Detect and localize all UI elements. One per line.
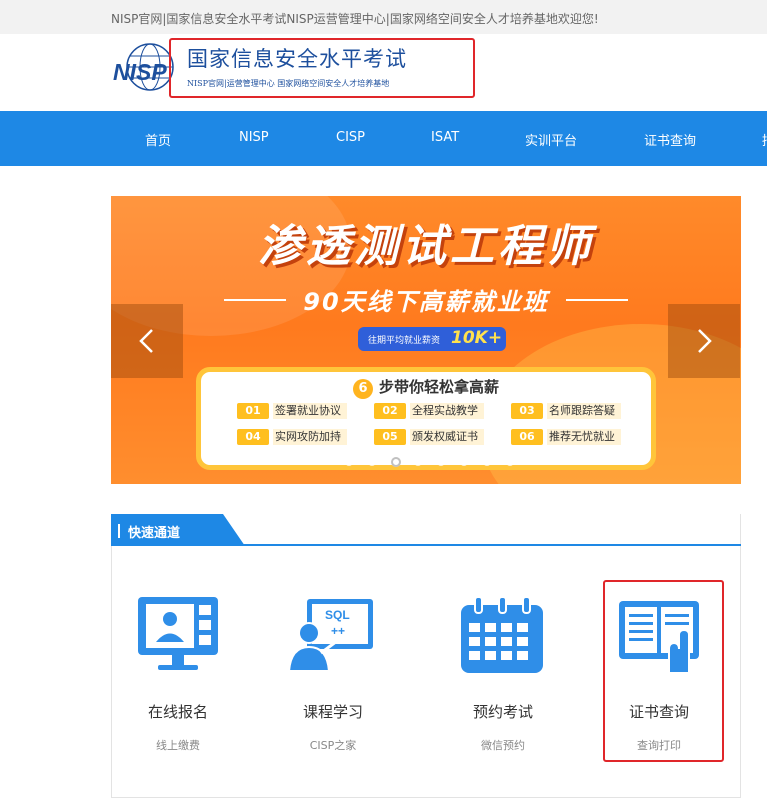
banner-prev-button[interactable] (111, 304, 183, 378)
quick-item-label: 在线报名 (147, 703, 208, 721)
feature-label: 实网攻防加持 (273, 429, 347, 445)
feature-item: 01 签署就业协议 (237, 403, 347, 419)
nav-item-isat[interactable]: ISAT (431, 130, 459, 145)
banner-next-button[interactable] (668, 304, 740, 378)
banner-title: 渗透测试工程师 (258, 221, 594, 272)
feature-item: 04 实网攻防加持 (237, 429, 347, 445)
feature-number: 06 (511, 429, 543, 445)
tab-accent-bar (118, 524, 120, 538)
feature-item: 06 推荐无忧就业 (511, 429, 621, 445)
slide-dot[interactable] (506, 458, 514, 466)
feature-number: 01 (237, 403, 269, 419)
slide-dot[interactable] (391, 457, 401, 467)
benefits-card: 6 步带你轻松拿高薪 01 签署就业协议 02 全程实战教学 03 名师跟踪答疑 04 实… (196, 367, 656, 470)
feature-label: 名师跟踪答疑 (547, 403, 621, 419)
feature-number: 03 (511, 403, 543, 419)
slide-dot[interactable] (483, 458, 491, 466)
feature-label: 颁发权威证书 (410, 429, 484, 445)
quick-access-tab: 快速通道 (111, 514, 245, 546)
slide-dot[interactable] (414, 458, 422, 466)
site-subtitle: NISP官网|运营管理中心 国家网络空间安全人才培养基地 (187, 79, 390, 88)
benefits-title-text: 步带你轻松拿高薪 (378, 378, 499, 396)
calendar-icon (457, 595, 549, 675)
benefits-title: 6 步带你轻松拿高薪 (201, 376, 651, 399)
feature-item: 03 名师跟踪答疑 (511, 403, 621, 419)
salary-value: 10K+ (451, 328, 503, 348)
quick-access-underline (111, 544, 741, 546)
slide-dot[interactable] (437, 458, 445, 466)
site-title: 国家信息安全水平考试 (187, 47, 407, 71)
quick-item-sub: 微信预约 (481, 739, 525, 752)
feature-number: 02 (374, 403, 406, 419)
course-study-icon: SQL ++ (287, 595, 379, 675)
nav-item-truncated[interactable]: 招 (762, 130, 767, 149)
quick-item-course-study[interactable]: SQL ++ 课程学习 CISP之家 (263, 590, 403, 760)
feature-label: 全程实战教学 (410, 403, 484, 419)
svg-text:SQL: SQL (325, 608, 350, 622)
chevron-right-icon (698, 329, 712, 353)
logo-text: NISP (113, 59, 167, 85)
quick-item-label: 预约考试 (472, 703, 533, 721)
nav-item-cisp[interactable]: CISP (336, 130, 365, 145)
feature-label: 推荐无忧就业 (547, 429, 621, 445)
quick-access-title: 快速通道 (128, 526, 181, 541)
slide-dot[interactable] (345, 458, 353, 466)
svg-text:++: ++ (331, 624, 345, 638)
feature-number: 05 (374, 429, 406, 445)
top-welcome-bar: NISP官网|国家信息安全水平考试NISP运营管理中心|国家网络空间安全人才培养… (0, 0, 767, 34)
nav-item-certificate-query[interactable]: 证书查询 (644, 130, 696, 149)
online-registration-icon (132, 595, 224, 675)
salary-label: 往期平均就业薪资 (368, 336, 441, 346)
feature-item: 02 全程实战教学 (374, 403, 484, 419)
nav-item-home[interactable]: 首页 (145, 130, 171, 149)
certificate-highlight-box (603, 580, 724, 762)
slide-dot[interactable] (460, 458, 468, 466)
banner-subtitle: 90天线下高薪就业班 (303, 288, 549, 316)
quick-item-sub: CISP之家 (309, 739, 357, 752)
quick-item-label: 课程学习 (302, 703, 363, 721)
quick-item-sub: 线上缴费 (156, 739, 200, 752)
quick-item-online-registration[interactable]: 在线报名 线上缴费 (108, 590, 248, 760)
feature-item: 05 颁发权威证书 (374, 429, 484, 445)
chevron-left-icon (139, 329, 153, 353)
quick-item-book-exam[interactable]: 预约考试 微信预约 (433, 590, 573, 760)
nav-item-nisp[interactable]: NISP (239, 130, 269, 145)
welcome-message: NISP官网|国家信息安全水平考试NISP运营管理中心|国家网络空间安全人才培养… (111, 12, 599, 26)
nav-item-training-platform[interactable]: 实训平台 (525, 130, 577, 149)
main-nav: 首页 NISP CISP ISAT 实训平台 证书查询 招 (0, 111, 767, 166)
benefits-number: 6 (352, 379, 373, 399)
salary-pill: 往期平均就业薪资 10K+ (358, 327, 506, 351)
feature-number: 04 (237, 429, 269, 445)
feature-label: 签署就业协议 (273, 403, 347, 419)
hero-banner[interactable]: 渗透测试工程师 90天线下高薪就业班 往期平均就业薪资 10K+ 6 步带你轻松拿… (111, 196, 741, 484)
slide-dot[interactable] (368, 458, 376, 466)
